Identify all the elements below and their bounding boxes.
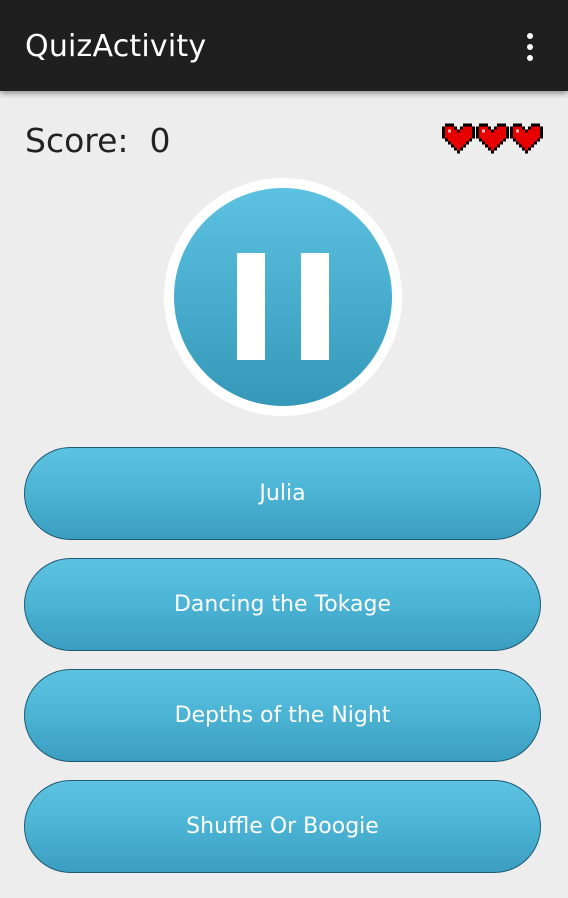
score-label: Score: 0	[25, 121, 171, 160]
answer-button-2[interactable]: Dancing the Tokage	[24, 558, 541, 651]
answer-label: Julia	[259, 481, 306, 506]
answer-label: Shuffle Or Boogie	[186, 814, 379, 839]
overflow-menu-icon[interactable]	[512, 26, 548, 68]
answer-button-4[interactable]: Shuffle Or Boogie	[24, 780, 541, 873]
answer-label: Dancing the Tokage	[173, 592, 392, 617]
overflow-dot	[527, 44, 533, 50]
answer-button-3[interactable]: Depths of the Night	[24, 669, 541, 762]
answer-label: Depths of the Night	[174, 703, 391, 728]
app-title: QuizActivity	[25, 29, 207, 64]
heart-icon	[442, 123, 475, 154]
overflow-dot	[527, 55, 533, 61]
pause-icon	[174, 188, 392, 406]
pause-bar-left	[237, 253, 265, 360]
pause-bar-right	[301, 253, 329, 360]
action-bar: QuizActivity	[0, 0, 568, 91]
lives-indicator	[442, 123, 543, 154]
overflow-dot	[527, 33, 533, 39]
answer-button-1[interactable]: Julia	[24, 447, 541, 540]
heart-icon	[476, 123, 509, 154]
heart-icon	[510, 123, 543, 154]
pause-button[interactable]	[164, 178, 402, 416]
